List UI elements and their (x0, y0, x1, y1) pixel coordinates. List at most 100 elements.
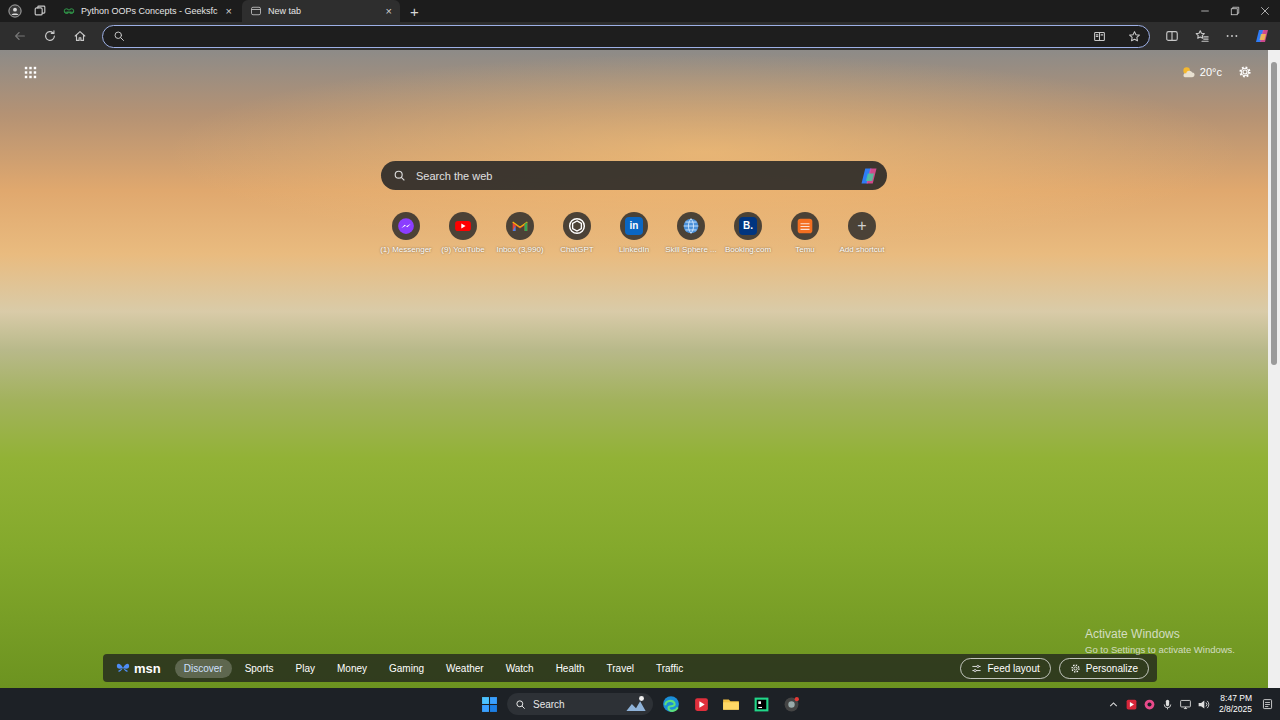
shortcut-list: (1) Messenger(9) YouTubeInbox (3,990)Cha… (378, 212, 891, 254)
feed-tab[interactable]: Weather (437, 659, 493, 678)
copilot-icon (1254, 28, 1270, 44)
clock[interactable]: 8:47 PM2/8/2025 (1215, 693, 1256, 714)
speaker-icon[interactable] (1197, 698, 1210, 711)
address-bar[interactable] (102, 25, 1150, 48)
shortcut-tile[interactable]: inLinkedIn (606, 212, 663, 254)
apps-grid-icon[interactable] (24, 66, 37, 79)
back-button[interactable] (6, 24, 34, 48)
msn-butterfly-icon (115, 660, 131, 676)
chrome-app[interactable] (779, 690, 803, 718)
shortcut-tile[interactable]: Inbox (3,990) (492, 212, 549, 254)
pycharm-app[interactable] (749, 690, 773, 718)
feed-action-button[interactable]: Feed layout (960, 658, 1050, 679)
scrollbar-thumb[interactable] (1271, 62, 1277, 365)
youtube-icon (449, 212, 477, 240)
pycharm-icon (753, 696, 770, 713)
favorites-button[interactable] (1188, 24, 1216, 48)
feed-tab[interactable]: Watch (497, 659, 543, 678)
app-tray-pink-icon[interactable] (1143, 698, 1156, 711)
booking-icon: B. (734, 212, 762, 240)
windows-logo-icon (481, 696, 498, 713)
more-icon (1225, 29, 1239, 43)
personalize-icon (1070, 663, 1081, 674)
shortcut-tile[interactable]: Temu (777, 212, 834, 254)
back-icon (13, 29, 27, 43)
file-explorer-app[interactable] (719, 690, 743, 718)
globe-icon (677, 212, 705, 240)
home-icon (73, 29, 87, 43)
copilot-button[interactable] (1248, 24, 1276, 48)
immersive-reader-icon[interactable] (1093, 30, 1106, 43)
app-tray-red-icon[interactable] (1125, 698, 1138, 711)
feed-tab[interactable]: Play (287, 659, 324, 678)
refresh-button[interactable] (36, 24, 64, 48)
feed-tab[interactable]: Sports (236, 659, 283, 678)
profile-icon[interactable] (8, 4, 22, 18)
feed-tab[interactable]: Health (547, 659, 594, 678)
search-icon (113, 30, 125, 42)
edge-app[interactable] (659, 690, 683, 718)
messenger-icon (392, 212, 420, 240)
shortcut-tile[interactable]: B.Booking.com (720, 212, 777, 254)
close-icon (1259, 5, 1271, 17)
browser-tab[interactable]: Python OOPs Concepts - Geeksfc× (55, 0, 240, 22)
feed-tab[interactable]: Discover (175, 659, 232, 678)
edge-icon (662, 695, 680, 713)
gear-icon (1238, 65, 1252, 79)
shortcut-tile[interactable]: +Add shortcut (834, 212, 891, 254)
browser-tab[interactable]: New tab× (242, 0, 400, 22)
restore-icon (1229, 5, 1241, 17)
web-search-box[interactable]: Search the web (381, 161, 887, 190)
search-highlight-icon (625, 693, 647, 715)
start-button[interactable] (477, 690, 501, 718)
toolbar (0, 22, 1280, 50)
home-button[interactable] (66, 24, 94, 48)
media-app-icon (693, 696, 710, 713)
feed-tab[interactable]: Traffic (647, 659, 692, 678)
network-icon[interactable] (1179, 698, 1192, 711)
restore-button[interactable] (1220, 0, 1250, 22)
split-screen-button[interactable] (1158, 24, 1186, 48)
favorite-star-icon[interactable] (1128, 30, 1141, 43)
msn-logo[interactable]: msn (115, 660, 161, 676)
activation-watermark: Activate WindowsGo to Settings to activa… (1085, 627, 1235, 655)
app-red[interactable] (689, 690, 713, 718)
new-tab-page: 20°c Search the web (1) Messenger(9) YouTu… (0, 50, 1280, 688)
notifications-icon[interactable] (1261, 698, 1274, 711)
feed-tab[interactable]: Travel (598, 659, 643, 678)
copilot-icon[interactable] (859, 166, 879, 186)
new-tab-button[interactable]: + (402, 0, 427, 22)
shortcut-tile[interactable]: (1) Messenger (378, 212, 435, 254)
workspaces-icon[interactable] (33, 4, 47, 18)
taskbar: Search 8:47 PM2/8/2025 (0, 688, 1280, 720)
tab-bar: Python OOPs Concepts - Geeksfc×New tab×+ (0, 0, 1280, 22)
shortcut-tile[interactable]: (9) YouTube (435, 212, 492, 254)
close-window-button[interactable] (1250, 0, 1280, 22)
favorites-icon (1195, 29, 1209, 43)
system-tray: 8:47 PM2/8/2025 (803, 693, 1280, 714)
chatgpt-icon (563, 212, 591, 240)
taskbar-search[interactable]: Search (507, 693, 653, 715)
microphone-icon[interactable] (1161, 698, 1174, 711)
search-icon (515, 699, 526, 710)
partly-cloudy-icon (1181, 65, 1196, 80)
minimize-button[interactable] (1190, 0, 1220, 22)
weather-widget[interactable]: 20°c (1181, 65, 1222, 80)
feed-action-button[interactable]: Personalize (1059, 658, 1149, 679)
show-hidden-icons-icon[interactable] (1107, 698, 1120, 711)
feed-tab[interactable]: Money (328, 659, 376, 678)
minimize-icon (1199, 5, 1211, 17)
tab-close-button[interactable]: × (224, 6, 234, 17)
add-icon: + (848, 212, 876, 240)
feed-tab[interactable]: Gaming (380, 659, 433, 678)
refresh-icon (43, 29, 57, 43)
page-settings-button[interactable] (1238, 65, 1252, 79)
search-icon (393, 169, 406, 182)
temu-icon (791, 212, 819, 240)
feed-layout-icon (971, 663, 982, 674)
more-button[interactable] (1218, 24, 1246, 48)
shortcut-tile[interactable]: ChatGPT (549, 212, 606, 254)
scrollbar[interactable] (1268, 50, 1280, 688)
shortcut-tile[interactable]: Skill Sphere ... (663, 212, 720, 254)
tab-close-button[interactable]: × (384, 6, 394, 17)
